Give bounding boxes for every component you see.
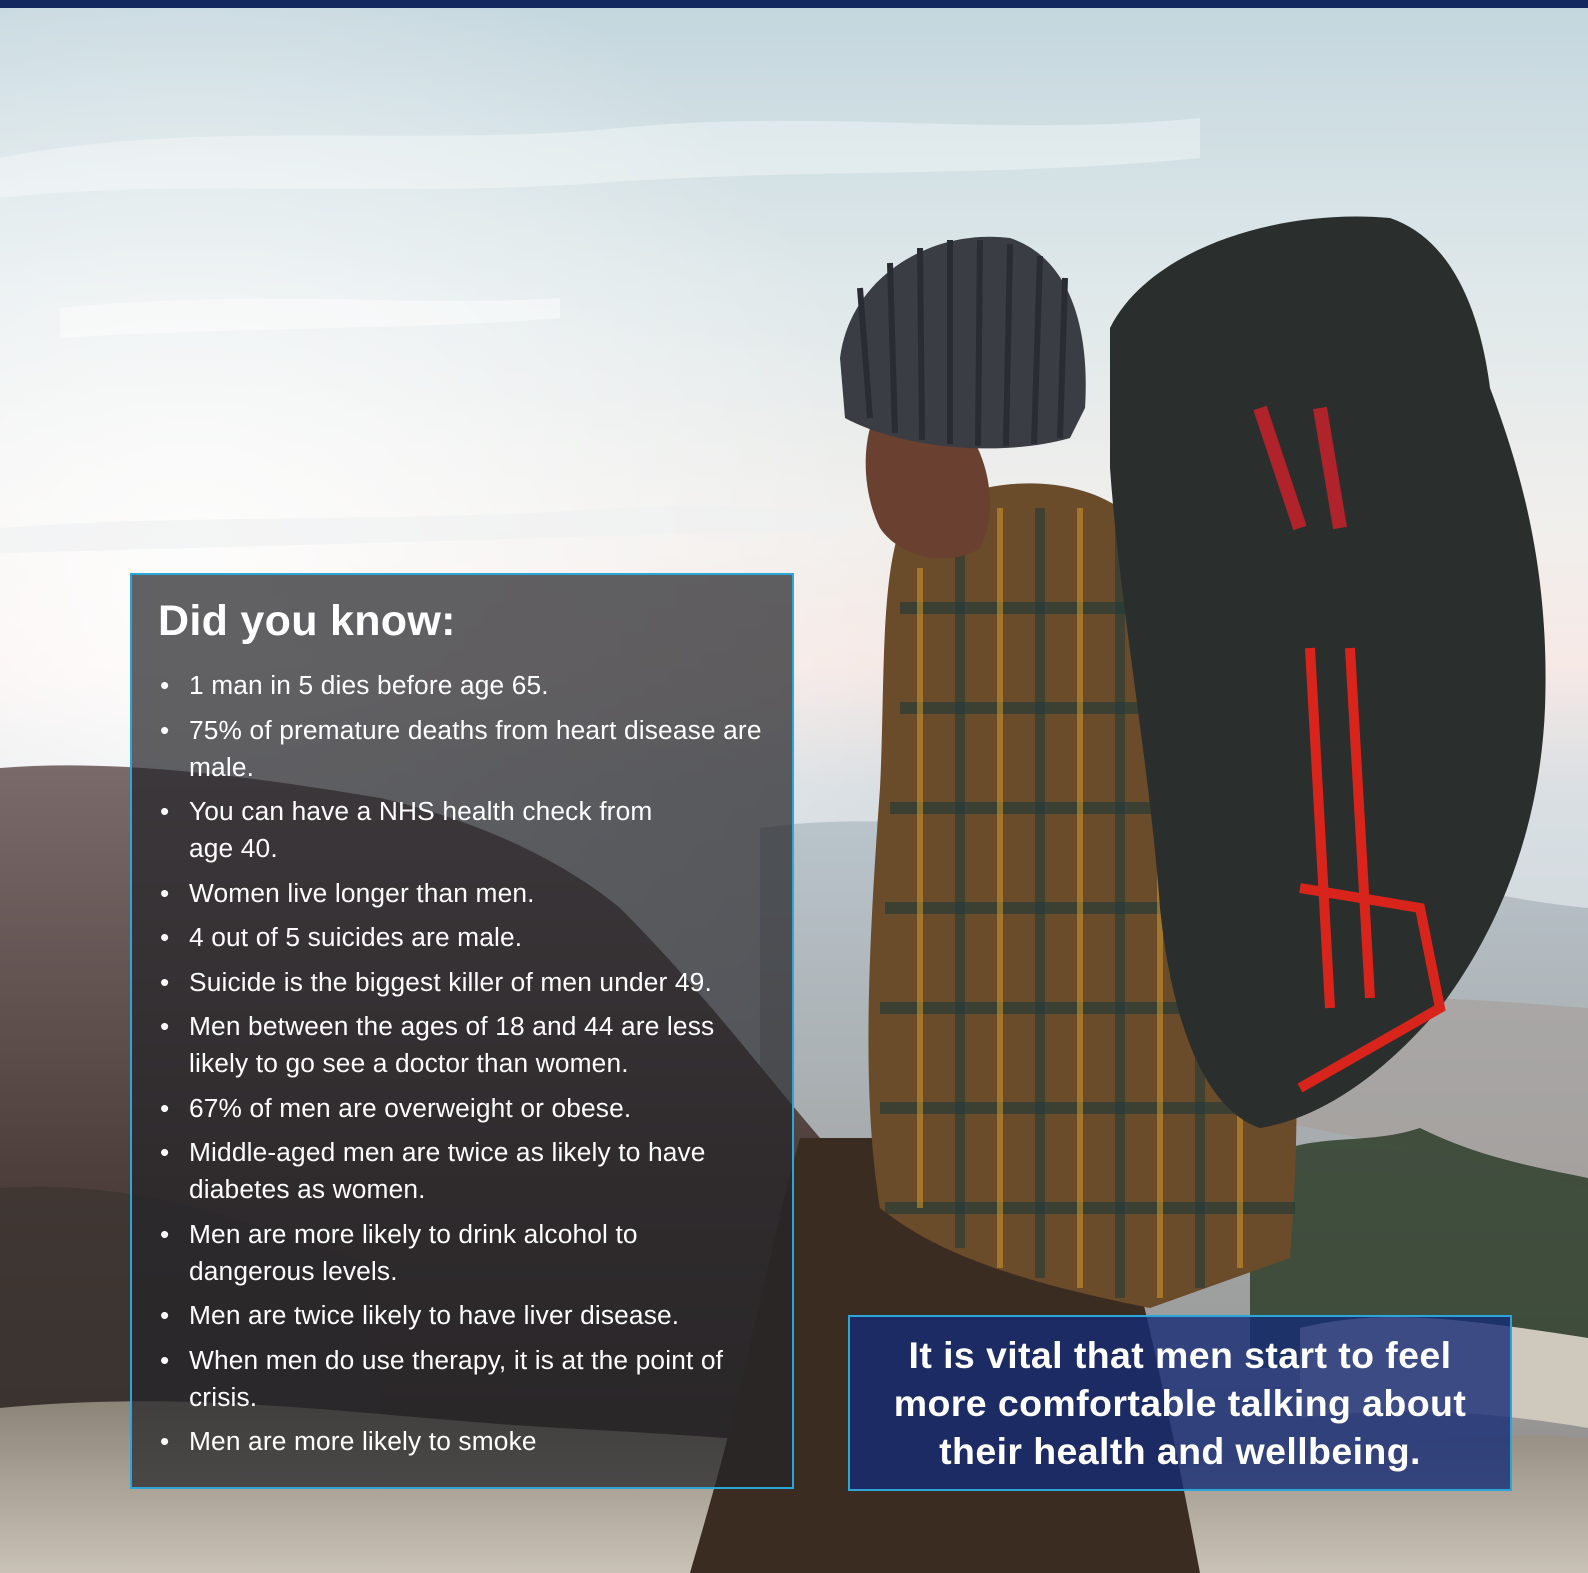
bullet-icon: • bbox=[160, 1137, 170, 1168]
bullet-icon: • bbox=[160, 966, 170, 997]
bullet-icon: • bbox=[160, 1344, 170, 1375]
fact-text: Men are more likely to drink alcohol to … bbox=[189, 1218, 638, 1286]
fact-text: 75% of premature deaths from heart disea… bbox=[189, 714, 762, 782]
fact-text: Women live longer than men. bbox=[189, 877, 535, 908]
bullet-icon: • bbox=[160, 877, 170, 908]
bullet-icon: • bbox=[160, 796, 170, 827]
fact-text: Middle-aged men are twice as likely to h… bbox=[189, 1137, 706, 1205]
fact-text: When men do use therapy, it is at the po… bbox=[189, 1344, 724, 1412]
panel-title: Did you know: bbox=[158, 597, 456, 645]
fact-item: • 4 out of 5 suicides are male. bbox=[158, 919, 766, 956]
fact-text: 4 out of 5 suicides are male. bbox=[189, 922, 523, 953]
bullet-icon: • bbox=[160, 1092, 170, 1123]
fact-item: • 75% of premature deaths from heart dise… bbox=[158, 712, 766, 786]
top-accent-bar bbox=[0, 0, 1588, 8]
did-you-know-panel: Did you know: • 1 man in 5 dies before ag… bbox=[130, 573, 794, 1489]
bullet-icon: • bbox=[160, 1426, 170, 1457]
fact-text: Men are twice likely to have liver disea… bbox=[189, 1300, 680, 1331]
callout-quote-box: It is vital that men start to feel more … bbox=[848, 1315, 1512, 1491]
fact-text: 1 man in 5 dies before age 65. bbox=[189, 670, 549, 701]
fact-text: 67% of men are overweight or obese. bbox=[189, 1092, 632, 1123]
fact-item: • When men do use therapy, it is at the p… bbox=[158, 1342, 766, 1416]
fact-text: Suicide is the biggest killer of men und… bbox=[189, 966, 712, 997]
bullet-icon: • bbox=[160, 714, 170, 745]
bullet-icon: • bbox=[160, 1218, 170, 1249]
fact-item: • Men are more likely to drink alcohol to… bbox=[158, 1216, 766, 1290]
fact-text: Men are more likely to smoke bbox=[189, 1426, 537, 1457]
callout-quote-text: It is vital that men start to feel more … bbox=[893, 1334, 1467, 1472]
fact-item: • Women live longer than men. bbox=[158, 875, 766, 912]
fact-item: • Suicide is the biggest killer of men un… bbox=[158, 964, 766, 1001]
fact-item: • You can have a NHS health check from ag… bbox=[158, 793, 766, 867]
fact-item: • Men are twice likely to have liver dise… bbox=[158, 1297, 766, 1334]
fact-item: • Men between the ages of 18 and 44 are l… bbox=[158, 1008, 766, 1082]
fact-text: Men between the ages of 18 and 44 are le… bbox=[189, 1011, 715, 1079]
bullet-icon: • bbox=[160, 1011, 170, 1042]
bullet-icon: • bbox=[160, 1300, 170, 1331]
bullet-icon: • bbox=[160, 670, 170, 701]
bullet-icon: • bbox=[160, 922, 170, 953]
fact-item: • 67% of men are overweight or obese. bbox=[158, 1090, 766, 1127]
facts-list: • 1 man in 5 dies before age 65. • 75% of … bbox=[158, 667, 766, 1460]
fact-item: • Middle-aged men are twice as likely to … bbox=[158, 1134, 766, 1208]
fact-text: You can have a NHS health check from age… bbox=[189, 796, 653, 864]
fact-item: • Men are more likely to smoke bbox=[158, 1423, 766, 1460]
fact-item: • 1 man in 5 dies before age 65. bbox=[158, 667, 766, 704]
